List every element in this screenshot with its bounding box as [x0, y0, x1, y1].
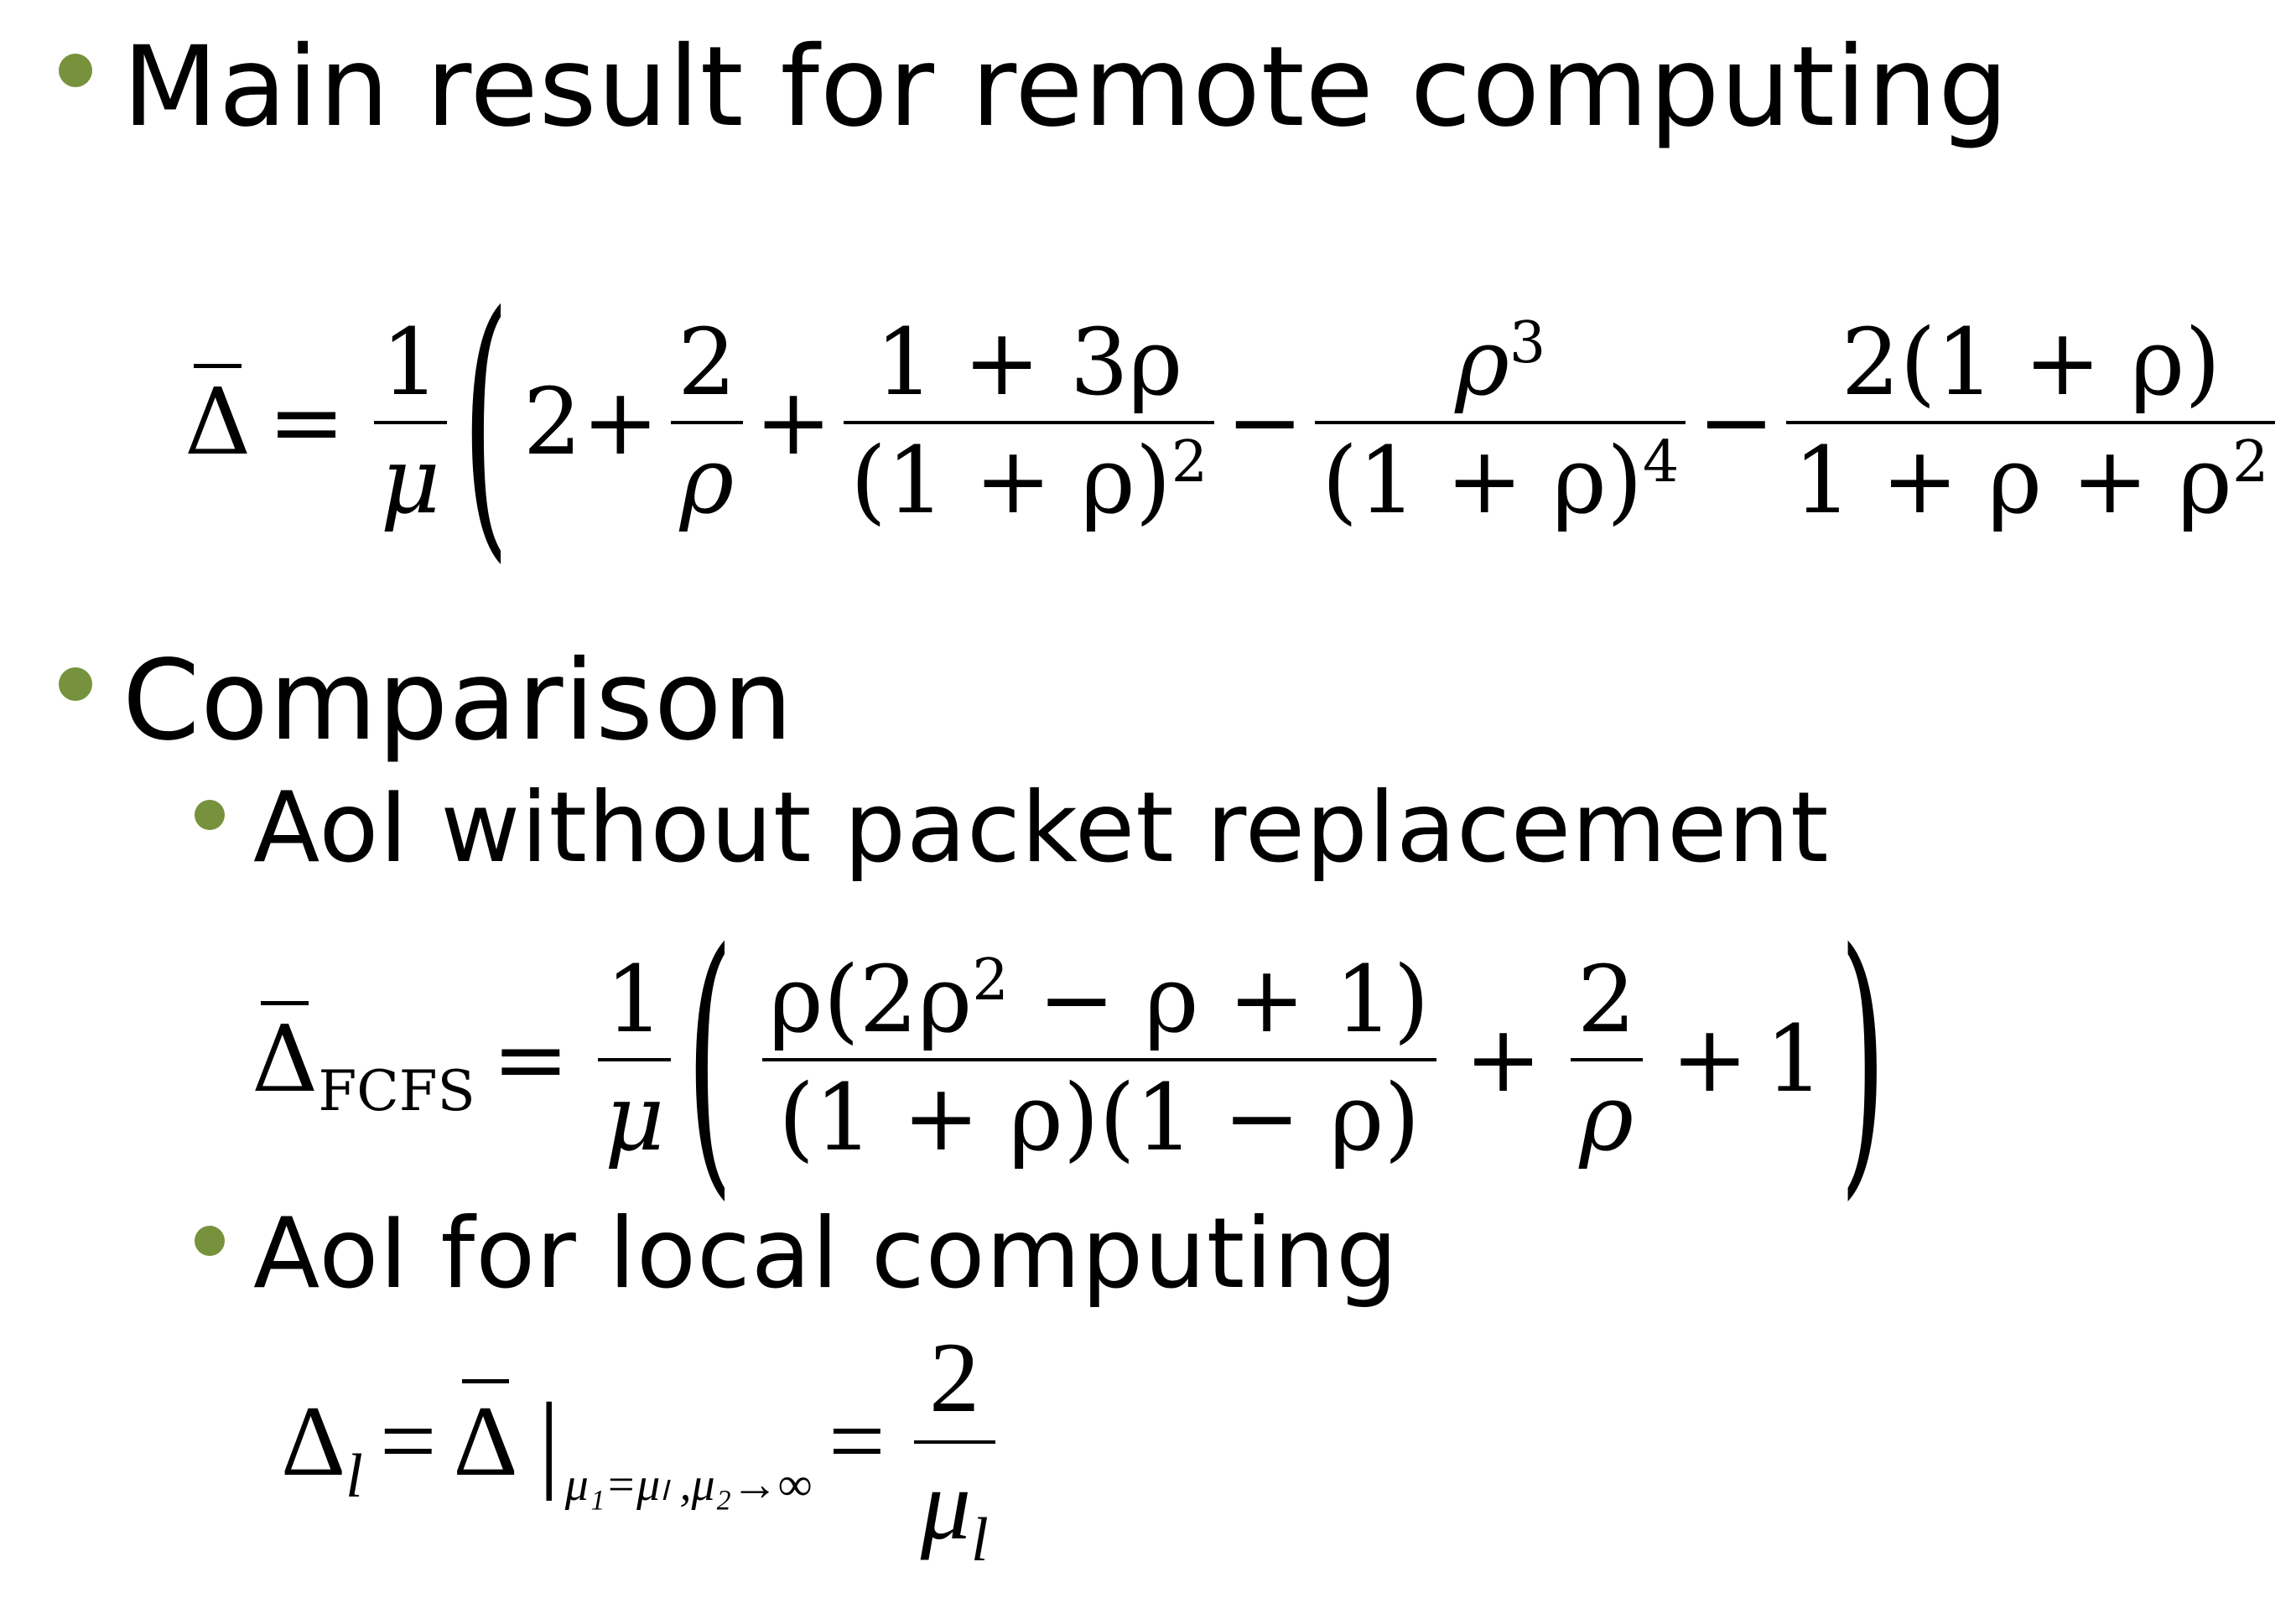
bullet-aoi-without: AoI without packet replacement — [195, 780, 1830, 877]
fraction-bar — [597, 1058, 672, 1061]
fraction-denominator: (1 + ρ)2 — [844, 432, 1214, 530]
fraction-numerator: 2 — [677, 308, 736, 416]
fraction-denominator: μl — [914, 1449, 995, 1574]
fraction-denominator: μ — [380, 427, 441, 534]
numerator-base: ρ — [1455, 308, 1509, 416]
fraction-denominator: 1 + ρ + ρ2 — [1786, 432, 2275, 530]
bullet-aoi-local: AoI for local computing — [195, 1206, 1399, 1303]
plus-sign: + — [754, 368, 833, 475]
equation-local-aoi: Δl = Δ | μ₁=μₗ ,μ₂→∞ = 2 μl — [281, 1321, 1007, 1574]
minus-sign: − — [1226, 368, 1304, 475]
fraction-bar — [1570, 1058, 1643, 1061]
fraction-numerator: ρ(2ρ2 − ρ + 1) — [762, 951, 1436, 1049]
fraction-third: ρ3 (1 + ρ)4 — [1315, 314, 1686, 530]
minus-sign: − — [1697, 368, 1775, 475]
fraction-2-over-rho: 2 ρ — [1570, 945, 1643, 1171]
fraction-bar — [844, 421, 1215, 424]
fraction-bar — [373, 421, 448, 424]
denominator-base: μ — [920, 1449, 971, 1560]
delta-bar-symbol: Δ — [184, 364, 252, 475]
bullet-aoi-without-text: AoI without packet replacement — [253, 771, 1830, 885]
denominator-base: (1 + ρ) — [850, 427, 1171, 534]
term-two: 2 — [522, 368, 582, 475]
delta-symbol: Δ — [281, 1385, 346, 1497]
equation-remote-aoi: Δ = 1 μ ( 2 + 2 ρ + 1 + 3ρ (1 + ρ)2 − ρ3… — [184, 256, 2296, 588]
fraction-denominator: ρ — [679, 427, 735, 534]
bullet-comparison-text: Comparison — [122, 636, 794, 765]
fraction-numerator: 2(1 + ρ) — [1841, 308, 2221, 416]
exponent: 2 — [972, 947, 1009, 1014]
bullet-dot — [59, 667, 92, 701]
fraction-numerator: 1 + 3ρ — [875, 308, 1183, 416]
equation-fcfs-aoi: ΔFCFS = 1 μ ( ρ(2ρ2 − ρ + 1) (1 + ρ)(1 −… — [252, 893, 1890, 1225]
denominator-base: 1 + ρ + ρ — [1793, 427, 2232, 534]
fraction-denominator: ρ — [1579, 1064, 1634, 1171]
evaluation-condition: μ₁=μₗ ,μ₂→∞ — [564, 1459, 813, 1511]
equals-sign: = — [829, 1385, 886, 1497]
bullet-dot — [195, 800, 225, 830]
fraction-numerator: 2 — [1577, 945, 1636, 1053]
left-paren: ( — [462, 256, 510, 588]
bullet-main-result-text: Main result for remote computing — [122, 23, 2010, 152]
fraction-coef: 1 μ — [597, 945, 672, 1171]
fraction-bar — [913, 1440, 995, 1444]
bullet-comparison: Comparison — [59, 646, 793, 756]
plus-sign: + — [1670, 1005, 1748, 1113]
equals-sign: = — [379, 1385, 437, 1497]
delta-fcfs: ΔFCFS — [252, 1001, 475, 1119]
delta-bar-symbol: Δ — [453, 1379, 518, 1497]
exponent: 3 — [1509, 310, 1546, 376]
numerator-part-b: − ρ + 1) — [1008, 945, 1430, 1053]
subscript: FCFS — [318, 1059, 475, 1124]
exponent: 2 — [2231, 428, 2269, 495]
fraction-denominator: (1 + ρ)(1 − ρ) — [778, 1064, 1421, 1171]
fraction-2-over-mu-l: 2 μl — [913, 1321, 995, 1574]
fraction-bar — [670, 421, 743, 424]
plus-sign: + — [1464, 1005, 1542, 1113]
subscript: l — [970, 1506, 989, 1575]
numerator-part-a: ρ(2ρ — [769, 945, 973, 1053]
term-one: 1 — [1764, 1005, 1824, 1113]
fraction-2-over-rho: 2 ρ — [670, 308, 743, 534]
plus-sign: + — [581, 368, 659, 475]
bullet-dot — [59, 54, 92, 87]
equals-sign: = — [268, 368, 345, 475]
bullet-dot — [195, 1226, 225, 1256]
fraction-numerator: ρ3 — [1448, 314, 1552, 412]
left-paren: ( — [686, 893, 734, 1225]
fraction-main: ρ(2ρ2 − ρ + 1) (1 + ρ)(1 − ρ) — [762, 951, 1436, 1171]
fraction-coef: 1 μ — [373, 308, 448, 534]
bullet-aoi-local-text: AoI for local computing — [253, 1197, 1399, 1310]
right-paren: ) — [2291, 279, 2296, 564]
bullet-main-result: Main result for remote computing — [59, 32, 2009, 143]
delta-l: Δl — [281, 1391, 363, 1508]
exponent: 4 — [1642, 428, 1680, 495]
fraction-bar — [762, 1058, 1436, 1061]
fraction-denominator: (1 + ρ)4 — [1315, 432, 1686, 530]
equals-sign: = — [491, 1005, 569, 1113]
subscript: l — [345, 1442, 363, 1512]
right-paren: ) — [1839, 893, 1887, 1225]
fraction-bar — [1315, 421, 1686, 424]
exponent: 2 — [1171, 428, 1208, 495]
fraction-fourth: 2(1 + ρ) 1 + ρ + ρ2 — [1786, 308, 2276, 530]
fraction-numerator: 1 — [605, 945, 664, 1053]
fraction-denominator: μ — [604, 1064, 665, 1171]
fraction-bar — [1786, 421, 2276, 424]
evaluation-bar: | — [538, 1381, 560, 1502]
delta-bar-symbol: Δ — [252, 1001, 319, 1113]
fraction-numerator: 2 — [929, 1321, 980, 1433]
fraction-second: 1 + 3ρ (1 + ρ)2 — [844, 308, 1215, 530]
fraction-numerator: 1 — [381, 308, 440, 416]
denominator-base: (1 + ρ) — [1322, 427, 1643, 534]
